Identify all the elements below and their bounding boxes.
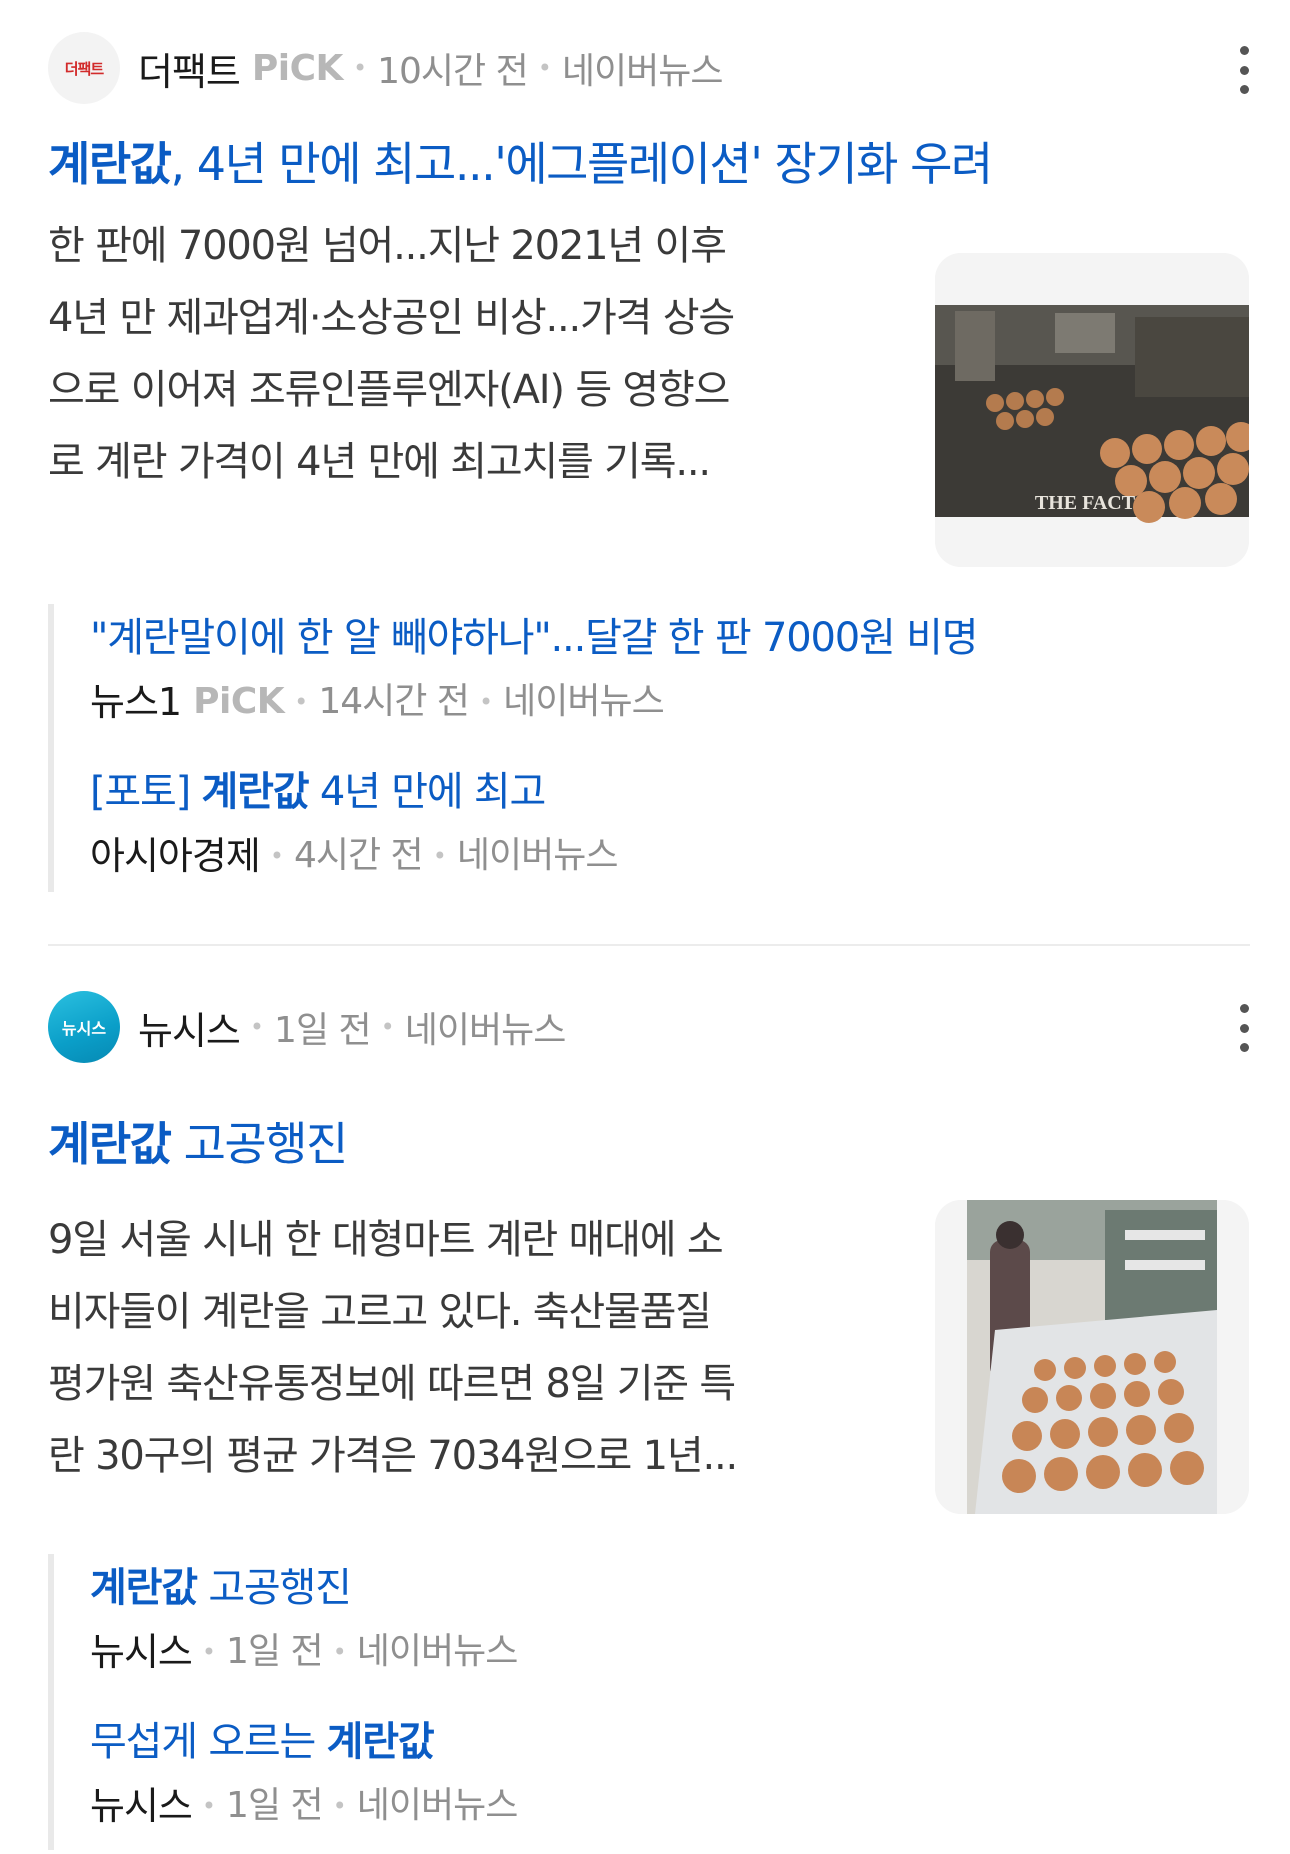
separator-dot: • bbox=[332, 1638, 347, 1666]
separator-dot: • bbox=[380, 1013, 395, 1041]
related-press[interactable]: 뉴시스 bbox=[90, 1774, 193, 1838]
title-text: 고공행진 bbox=[170, 1117, 349, 1171]
separator-dot: • bbox=[432, 842, 447, 870]
separator-dot: • bbox=[352, 54, 368, 82]
timestamp: 4시간 전 bbox=[293, 835, 424, 876]
title-highlight: 계란값 bbox=[48, 1117, 172, 1171]
related-meta: 뉴시스 • 1일 전 • 네이버뉴스 bbox=[90, 1774, 519, 1838]
article-summary[interactable]: 한 판에 7000원 넘어...지난 2021년 이후 4년 만 제과업계·소상… bbox=[48, 210, 898, 498]
related-title-highlight: 계란값 bbox=[326, 1719, 435, 1765]
summary-line: 한 판에 7000원 넘어...지난 2021년 이후 bbox=[48, 223, 727, 269]
press-logo[interactable]: 더팩트 bbox=[48, 32, 120, 104]
related-press[interactable]: 뉴시스 bbox=[90, 1620, 193, 1684]
summary-line: 4년 만 제과업계·소상공인 비상...가격 상승 bbox=[48, 295, 735, 341]
press-name[interactable]: 더팩트 bbox=[138, 41, 241, 96]
related-press[interactable]: 뉴스1 bbox=[90, 670, 182, 734]
related-title-text: 4년 만에 최고 bbox=[308, 769, 546, 815]
platform-link[interactable]: 네이버뉴스 bbox=[457, 824, 619, 888]
platform-link[interactable]: 네이버뉴스 bbox=[503, 670, 665, 734]
summary-line: 평가원 축산유통정보에 따르면 8일 기준 특 bbox=[48, 1361, 736, 1407]
related-title[interactable]: "계란말이에 한 알 빼야하나"...달걀 한 판 7000원 비명 bbox=[90, 606, 979, 670]
summary-line: 9일 서울 시내 한 대형마트 계란 매대에 소 bbox=[48, 1217, 724, 1263]
egg-trays-photo: THE FACT bbox=[935, 253, 1249, 567]
press-name[interactable]: 뉴시스 bbox=[138, 1000, 241, 1055]
related-meta: 뉴시스 • 1일 전 • 네이버뉴스 bbox=[90, 1620, 519, 1684]
source-row: 뉴시스 뉴시스 • 1일 전 • 네이버뉴스 bbox=[48, 991, 567, 1063]
more-options-icon[interactable] bbox=[1232, 998, 1256, 1058]
related-meta: 뉴스1 PiCK • 14시간 전 • 네이버뉴스 bbox=[90, 670, 977, 734]
summary-line: 으로 이어져 조류인플루엔자(AI) 등 영향으 bbox=[48, 367, 730, 413]
separator-dot: • bbox=[201, 1638, 217, 1666]
related-item[interactable]: "계란말이에 한 알 빼야하나"...달걀 한 판 7000원 비명 뉴스1 P… bbox=[90, 604, 979, 734]
related-news: "계란말이에 한 알 빼야하나"...달걀 한 판 7000원 비명 뉴스1 P… bbox=[48, 604, 979, 892]
summary-line: 란 30구의 평균 가격은 7034원으로 1년... bbox=[48, 1433, 738, 1479]
platform-link[interactable]: 네이버뉴스 bbox=[357, 1774, 519, 1838]
title-highlight: 계란값 bbox=[48, 137, 172, 191]
summary-line: 비자들이 계란을 고르고 있다. 축산물품질 bbox=[48, 1289, 712, 1335]
related-title-text: 무섭게 오르는 bbox=[90, 1719, 327, 1765]
related-item[interactable]: [포토] 계란값 4년 만에 최고 아시아경제 • 4시간 전 • 네이버뉴스 bbox=[90, 734, 977, 888]
related-title-highlight: 계란값 bbox=[201, 769, 310, 815]
timestamp: 1일 전 bbox=[274, 1010, 372, 1051]
separator-dot: • bbox=[201, 1792, 217, 1820]
article-thumbnail[interactable]: THE FACT bbox=[935, 253, 1249, 567]
thumb-watermark: THE FACT bbox=[1035, 492, 1136, 514]
separator-dot: • bbox=[294, 688, 309, 716]
platform-link[interactable]: 네이버뉴스 bbox=[562, 42, 724, 94]
related-item[interactable]: 무섭게 오르는 계란값 뉴시스 • 1일 전 • 네이버뉴스 bbox=[90, 1684, 519, 1838]
related-title-text: [포토] bbox=[90, 769, 202, 815]
press-logo-text: 뉴시스 bbox=[61, 1019, 107, 1038]
egg-market-photo bbox=[935, 1200, 1249, 1514]
timestamp: 1일 전 bbox=[226, 1785, 324, 1826]
title-text: , 4년 만에 최고...'에그플레이션' 장기화 우려 bbox=[170, 137, 993, 191]
related-meta: 아시아경제 • 4시간 전 • 네이버뉴스 bbox=[90, 824, 977, 888]
pick-badge: PiCK bbox=[193, 681, 285, 722]
related-title-highlight: 계란값 bbox=[90, 1565, 198, 1611]
separator-dot: • bbox=[249, 1013, 265, 1041]
platform-link[interactable]: 네이버뉴스 bbox=[357, 1620, 519, 1684]
article-summary[interactable]: 9일 서울 시내 한 대형마트 계란 매대에 소 비자들이 계란을 고르고 있다… bbox=[48, 1204, 898, 1492]
card-divider bbox=[48, 944, 1250, 946]
related-title[interactable]: 무섭게 오르는 계란값 bbox=[90, 1710, 517, 1774]
related-title-text: "계란말이에 한 알 빼야하나"...달걀 한 판 7000원 비명 bbox=[90, 615, 979, 661]
article-title[interactable]: 계란값 고공행진 bbox=[48, 1108, 349, 1174]
related-item[interactable]: 계란값 고공행진 뉴시스 • 1일 전 • 네이버뉴스 bbox=[90, 1554, 519, 1684]
separator-dot: • bbox=[332, 1792, 347, 1820]
summary-line: 로 계란 가격이 4년 만에 최고치를 기록... bbox=[48, 439, 711, 485]
more-options-icon[interactable] bbox=[1232, 40, 1256, 100]
article-thumbnail[interactable] bbox=[935, 1200, 1249, 1514]
press-logo[interactable]: 뉴시스 bbox=[48, 991, 120, 1063]
source-row: 더팩트 더팩트 PiCK • 10시간 전 • 네이버뉴스 bbox=[48, 32, 724, 104]
article-title[interactable]: 계란값, 4년 만에 최고...'에그플레이션' 장기화 우려 bbox=[48, 128, 993, 194]
timestamp: 14시간 전 bbox=[318, 681, 470, 722]
related-press[interactable]: 아시아경제 bbox=[90, 824, 261, 888]
separator-dot: • bbox=[478, 688, 494, 716]
separator-dot: • bbox=[537, 54, 552, 82]
pick-badge: PiCK bbox=[251, 47, 344, 89]
timestamp: 1일 전 bbox=[226, 1631, 324, 1672]
platform-link[interactable]: 네이버뉴스 bbox=[405, 1001, 567, 1053]
press-logo-text: 더팩트 bbox=[64, 59, 104, 78]
related-title[interactable]: 계란값 고공행진 bbox=[90, 1556, 517, 1620]
timestamp: 10시간 전 bbox=[377, 51, 529, 92]
related-title-text: 고공행진 bbox=[196, 1565, 352, 1611]
related-news: 계란값 고공행진 뉴시스 • 1일 전 • 네이버뉴스 무섭게 오르는 계란값 … bbox=[48, 1554, 519, 1850]
separator-dot: • bbox=[269, 842, 284, 870]
related-title[interactable]: [포토] 계란값 4년 만에 최고 bbox=[90, 760, 977, 824]
